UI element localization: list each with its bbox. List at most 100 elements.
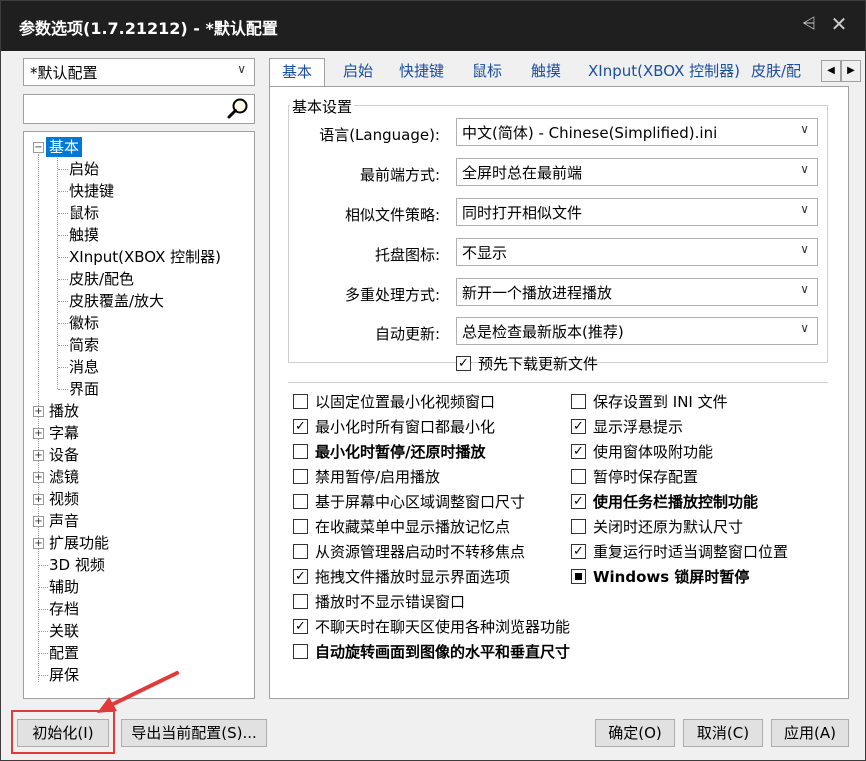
tree-item-assist[interactable]: 辅助 <box>49 577 79 597</box>
tree-item-config[interactable]: 配置 <box>49 643 79 663</box>
tray-icon-dropdown[interactable]: 不显示 ∨ <box>456 238 818 266</box>
expand-icon[interactable]: + <box>33 472 44 483</box>
tab-basic[interactable]: 基本 <box>269 58 326 86</box>
tab-skin[interactable]: 皮肤/配 <box>749 58 803 86</box>
tree-item-startup[interactable]: 启始 <box>69 159 99 179</box>
tab-touch[interactable]: 触摸 <box>529 58 563 86</box>
option-save-ini[interactable]: 保存设置到 INI 文件 <box>571 392 728 412</box>
tree-item-subtitles[interactable]: 字幕 <box>49 423 79 443</box>
expand-icon[interactable]: + <box>33 516 44 527</box>
option-bookmark-points[interactable]: 在收藏菜单中显示播放记忆点 <box>293 517 510 537</box>
checkbox-icon <box>571 394 586 409</box>
tree-item-video[interactable]: 视频 <box>49 489 79 509</box>
option-pause-on-minimize[interactable]: 最小化时暂停/还原时播放 <box>293 442 485 462</box>
tree-item-extensions[interactable]: 扩展功能 <box>49 533 109 553</box>
tree-item-logo[interactable]: 徽标 <box>69 313 99 333</box>
similar-files-dropdown[interactable]: 同时打开相似文件 ∨ <box>456 198 818 226</box>
basic-settings-panel: 基本设置 语言(Language): 中文(简体) - Chinese(Simp… <box>269 86 849 699</box>
checkbox-checked-icon: ✓ <box>571 444 586 459</box>
option-minimize-all[interactable]: ✓ 最小化时所有窗口都最小化 <box>293 417 495 437</box>
chevron-down-icon: ∨ <box>800 242 809 256</box>
cancel-button[interactable]: 取消(C) <box>683 719 763 747</box>
ok-button[interactable]: 确定(O) <box>595 719 675 747</box>
tree-item-shortcuts[interactable]: 快捷键 <box>69 181 114 201</box>
tree-item-xinput[interactable]: XInput(XBOX 控制器) <box>69 247 221 267</box>
category-tree: − 基本 启始 快捷键 鼠标 触摸 XInput(XBOX 控制器) 皮肤/配色… <box>23 131 255 699</box>
option-no-focus-shift[interactable]: 从资源管理器启动时不转移焦点 <box>293 542 525 562</box>
expand-icon[interactable]: + <box>33 406 44 417</box>
multi-process-dropdown[interactable]: 新开一个播放进程播放 ∨ <box>456 278 818 306</box>
expand-icon[interactable]: + <box>33 538 44 549</box>
tab-shortcuts[interactable]: 快捷键 <box>397 58 446 86</box>
option-chat-browser[interactable]: ✓ 不聊天时在聊天区使用各种浏览器功能 <box>293 617 570 637</box>
tree-item-skin[interactable]: 皮肤/配色 <box>69 269 134 289</box>
auto-update-dropdown[interactable]: 总是检查最新版本(推荐) ∨ <box>456 317 818 345</box>
tree-item-3d-video[interactable]: 3D 视频 <box>49 555 105 575</box>
profile-dropdown[interactable]: *默认配置 ∨ <box>23 58 255 86</box>
collapse-icon[interactable]: − <box>33 142 44 153</box>
option-auto-rotate[interactable]: 自动旋转画面到图像的水平和垂直尺寸 <box>293 642 570 662</box>
option-save-on-pause[interactable]: 暂停时保存配置 <box>571 467 698 487</box>
divider <box>288 382 828 383</box>
option-window-snap[interactable]: ✓ 使用窗体吸附功能 <box>571 442 713 462</box>
tree-item-screensaver[interactable]: 屏保 <box>49 665 79 685</box>
tree-item-touch[interactable]: 触摸 <box>69 225 99 245</box>
expand-icon[interactable]: + <box>33 494 44 505</box>
tree-item-playback[interactable]: 播放 <box>49 401 79 421</box>
checkbox-icon <box>293 394 308 409</box>
checkbox-icon <box>571 519 586 534</box>
search-icon[interactable] <box>226 97 250 121</box>
tree-item-index[interactable]: 简索 <box>69 335 99 355</box>
pin-icon[interactable]: ⩤ <box>799 14 819 34</box>
tree-item-messages[interactable]: 消息 <box>69 357 99 377</box>
tree-item-devices[interactable]: 设备 <box>49 445 79 465</box>
tab-scroll-left-icon[interactable]: ◀ <box>821 60 841 82</box>
option-drag-show-ui[interactable]: ✓ 拖拽文件播放时显示界面选项 <box>293 567 510 587</box>
chevron-down-icon: ∨ <box>800 162 809 176</box>
export-config-button[interactable]: 导出当前配置(S)... <box>121 719 267 747</box>
apply-button[interactable]: 应用(A) <box>771 719 849 747</box>
tree-item-filters[interactable]: 滤镜 <box>49 467 79 487</box>
similar-files-value: 同时打开相似文件 <box>462 204 583 222</box>
topmost-dropdown[interactable]: 全屏时总在最前端 ∨ <box>456 158 818 186</box>
option-pause-on-lock[interactable]: Windows 锁屏时暂停 <box>571 567 749 587</box>
tree-item-audio[interactable]: 声音 <box>49 511 79 531</box>
tab-mouse[interactable]: 鼠标 <box>470 58 504 86</box>
tree-item-basic[interactable]: 基本 <box>46 137 83 157</box>
checkbox-checked-icon: ✓ <box>456 356 471 371</box>
tree-item-mouse[interactable]: 鼠标 <box>69 203 99 223</box>
close-icon[interactable]: ✕ <box>829 14 849 34</box>
checkbox-icon <box>293 444 308 459</box>
checkbox-checked-icon: ✓ <box>293 569 308 584</box>
auto-update-value: 总是检查最新版本(推荐) <box>462 323 624 341</box>
tab-scroll-right-icon[interactable]: ▶ <box>841 60 861 82</box>
topmost-label: 最前端方式: <box>359 166 440 184</box>
tree-item-association[interactable]: 关联 <box>49 621 79 641</box>
option-center-resize[interactable]: 基于屏幕中心区域调整窗口尺寸 <box>293 492 525 512</box>
language-dropdown[interactable]: 中文(简体) - Chinese(Simplified).ini ∨ <box>456 118 818 146</box>
chevron-down-icon: ∨ <box>800 202 809 216</box>
tab-startup[interactable]: 启始 <box>341 58 375 86</box>
option-taskbar-controls[interactable]: ✓ 使用任务栏播放控制功能 <box>571 492 758 512</box>
predownload-checkbox[interactable]: ✓ 预先下载更新文件 <box>456 354 598 374</box>
option-adjust-position[interactable]: ✓ 重复运行时适当调整窗口位置 <box>571 542 788 562</box>
multi-process-value: 新开一个播放进程播放 <box>462 284 613 302</box>
option-tooltips[interactable]: ✓ 显示浮悬提示 <box>571 417 683 437</box>
option-hide-errors[interactable]: 播放时不显示错误窗口 <box>293 592 465 612</box>
multi-process-label: 多重处理方式: <box>344 286 440 304</box>
expand-icon[interactable]: + <box>33 450 44 461</box>
search-input[interactable] <box>23 94 255 124</box>
checkbox-icon <box>293 494 308 509</box>
expand-icon[interactable]: + <box>33 428 44 439</box>
option-fixed-minimize[interactable]: 以固定位置最小化视频窗口 <box>293 392 495 412</box>
annotation-arrow-icon <box>97 671 179 713</box>
option-disable-pause[interactable]: 禁用暂停/启用播放 <box>293 467 440 487</box>
tree-item-archive[interactable]: 存档 <box>49 599 79 619</box>
tray-icon-label: 托盘图标: <box>374 246 440 264</box>
tree-item-interface[interactable]: 界面 <box>69 379 99 399</box>
tree-item-skin-overlay[interactable]: 皮肤覆盖/放大 <box>69 291 164 311</box>
tray-icon-value: 不显示 <box>462 244 508 262</box>
similar-files-label: 相似文件策略: <box>344 206 440 224</box>
tab-xinput[interactable]: XInput(XBOX 控制器) <box>586 58 742 86</box>
option-restore-default-size[interactable]: 关闭时还原为默认尺寸 <box>571 517 743 537</box>
